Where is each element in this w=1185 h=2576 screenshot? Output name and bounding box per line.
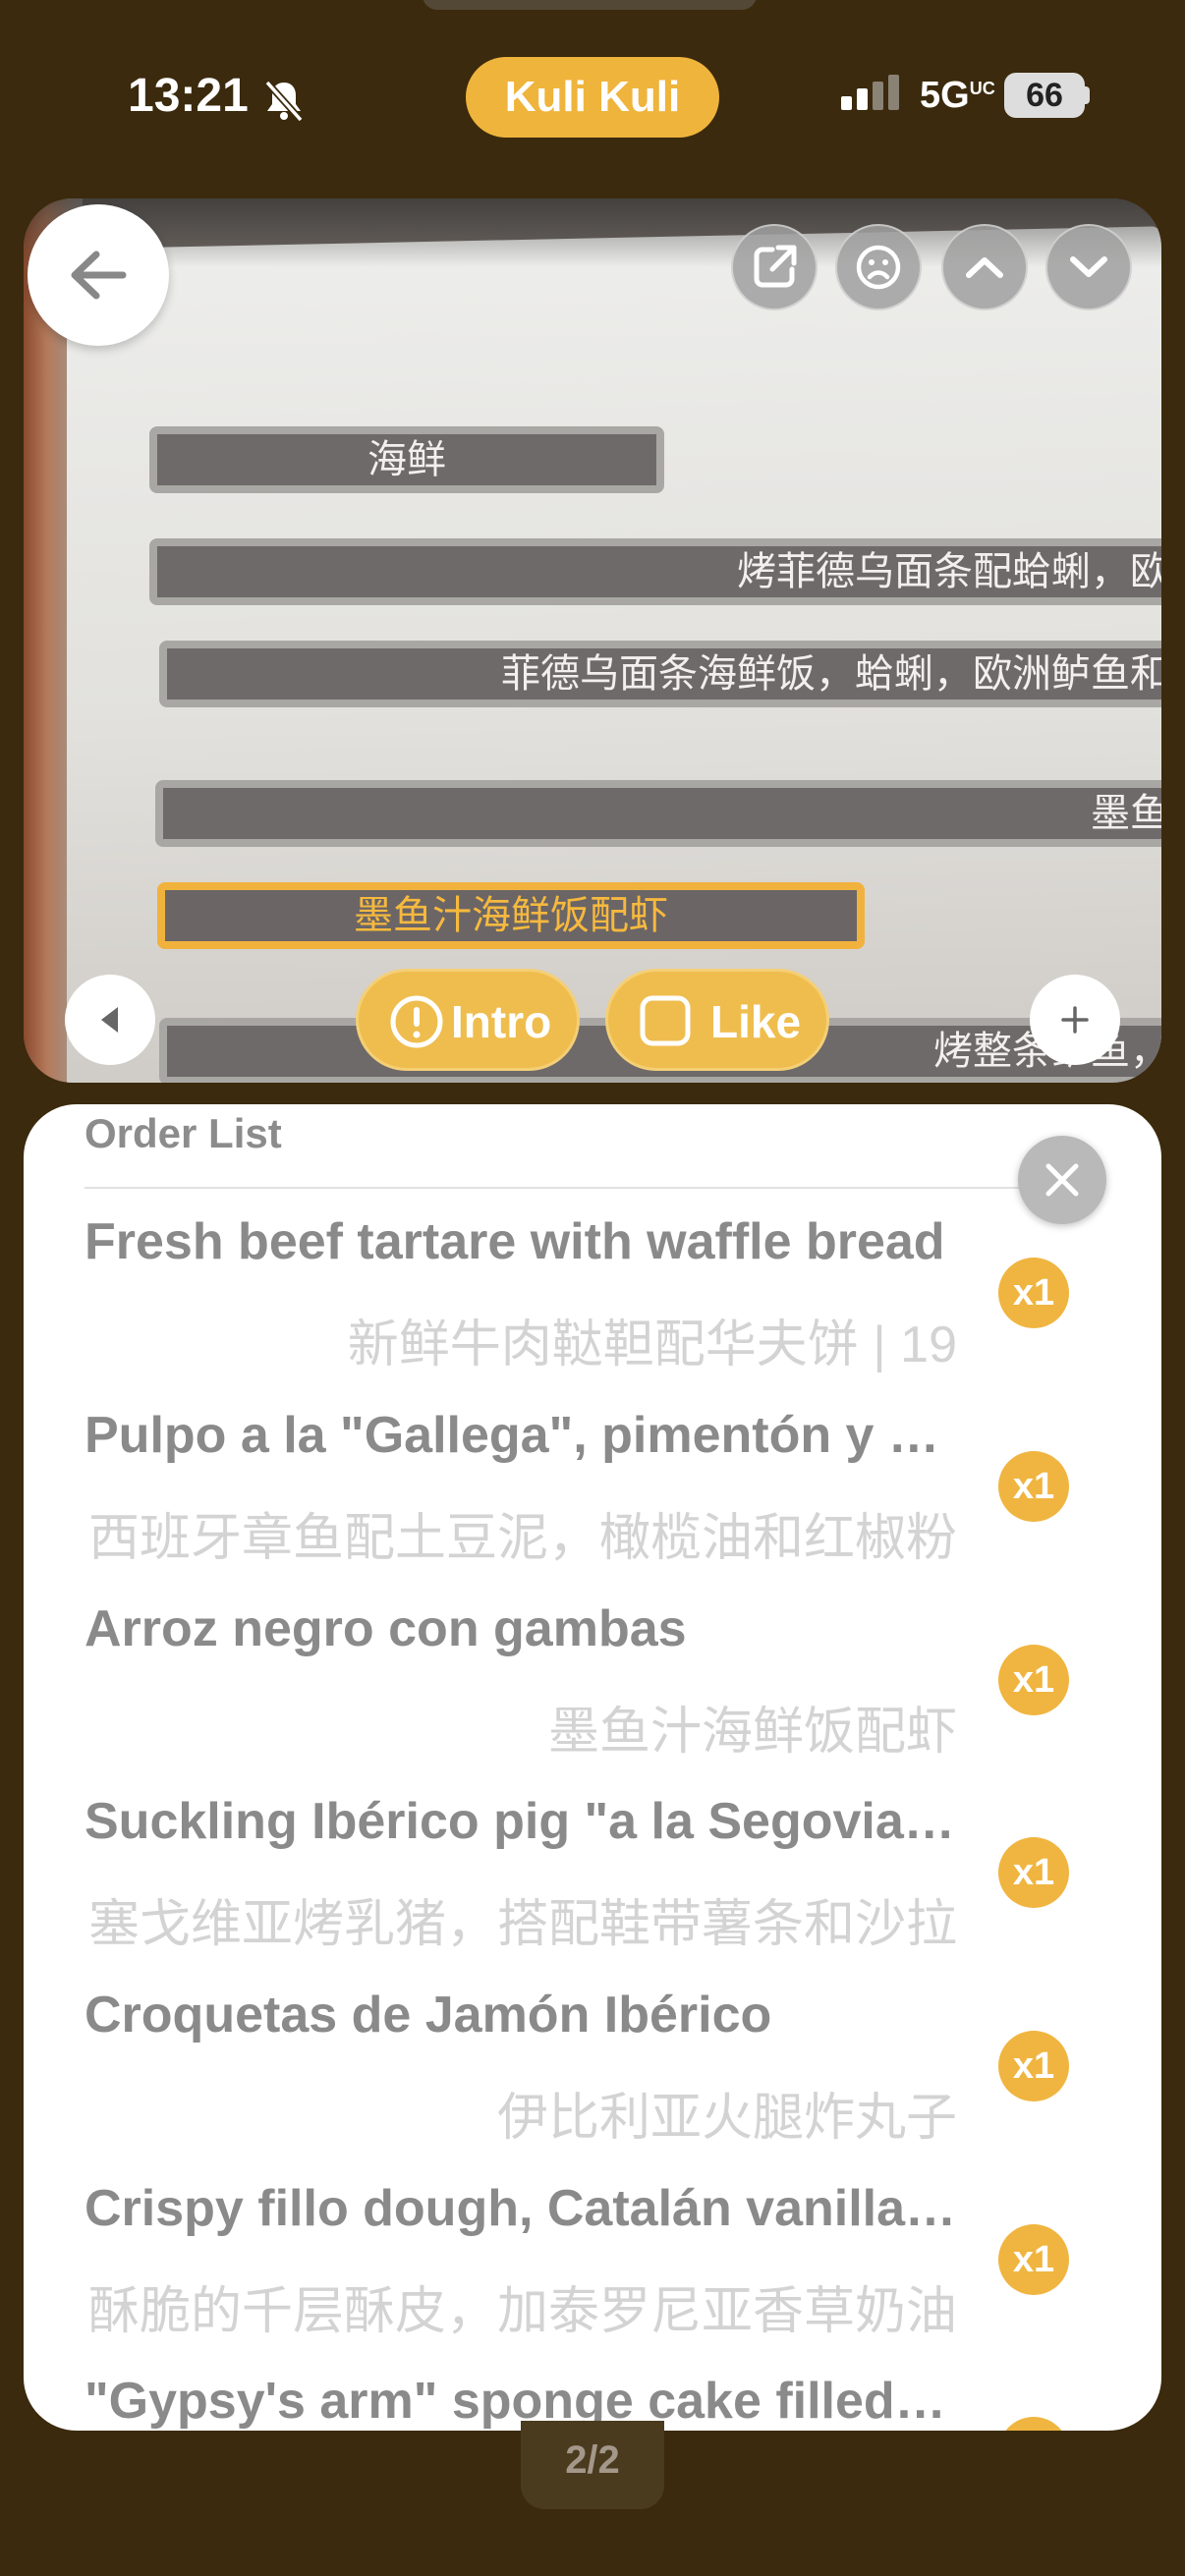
previous-button[interactable]	[65, 975, 155, 1065]
menu-label-3[interactable]: 墨鱼	[155, 780, 1161, 847]
arrow-left-icon	[71, 251, 127, 300]
order-item-subtitle: 酥脆的千层酥皮，加泰罗尼亚香草奶油	[87, 2283, 957, 2340]
quantity-badge[interactable]: x1	[998, 2224, 1069, 2295]
add-button[interactable]	[1030, 975, 1120, 1065]
order-item-title: Crispy fillo dough, Catalán vanilla crea…	[85, 2180, 957, 2237]
battery-indicator: 66	[1004, 73, 1085, 118]
order-item-subtitle: 新鲜牛肉鞑靼配华夫饼 | 19	[347, 1316, 957, 1373]
chevron-up-icon	[966, 257, 1003, 278]
camera-preview[interactable]: 海鲜 烤菲德乌面条配蛤蜊，欧 菲德乌面条海鲜饭，蛤蜊，欧洲鲈鱼和 墨鱼 墨鱼汁海…	[24, 198, 1161, 1083]
checkbox-icon	[638, 993, 693, 1059]
order-item-title: Croquetas de Jamón Ibérico	[85, 1987, 772, 2044]
order-item[interactable]: Fresh beef tartare with waffle bread 新鲜牛…	[85, 1212, 1126, 1405]
order-item[interactable]: Crispy fillo dough, Catalán vanilla crea…	[85, 2179, 1126, 2372]
quantity-badge[interactable]: x1	[998, 1645, 1069, 1715]
order-item-title: Pulpo a la "Gallega", pimentón y aceite …	[85, 1407, 957, 1464]
order-item-title: Suckling Ibérico pig "a la Segoviana"	[85, 1793, 957, 1850]
menu-label-2[interactable]: 菲德乌面条海鲜饭，蛤蜊，欧洲鲈鱼和	[159, 641, 1161, 707]
quantity-badge[interactable]: x1	[998, 1837, 1069, 1908]
intro-label: Intro	[451, 996, 552, 1047]
menu-label-1[interactable]: 烤菲德乌面条配蛤蜊，欧	[149, 538, 1161, 605]
order-item-subtitle: 西班牙章鱼配土豆泥，橄榄油和红椒粉	[87, 1510, 957, 1567]
order-list-title: Order List	[85, 1110, 282, 1156]
order-item[interactable]: Suckling Ibérico pig "a la Segoviana" 塞戈…	[85, 1792, 1126, 1985]
close-icon	[1045, 1163, 1079, 1197]
quantity-badge[interactable]: x1	[998, 1258, 1069, 1328]
info-icon	[388, 993, 445, 1061]
order-item-title: Arroz negro con gambas	[85, 1600, 687, 1657]
scroll-down-button[interactable]	[1045, 224, 1132, 310]
battery-tip	[1084, 86, 1090, 104]
app-name-badge[interactable]: Kuli Kuli	[466, 57, 719, 138]
order-item-subtitle: 伊比利亚火腿炸丸子	[496, 2090, 957, 2147]
feedback-button[interactable]	[835, 224, 922, 310]
quantity-badge[interactable]: x1	[998, 1451, 1069, 1522]
external-link-icon	[754, 245, 797, 288]
chevron-down-icon	[1070, 256, 1107, 277]
menu-label-selected[interactable]: 墨鱼汁海鲜饭配虾	[157, 882, 865, 949]
triangle-left-icon	[101, 1007, 118, 1033]
order-item[interactable]: Arroz negro con gambas 墨鱼汁海鲜饭配虾 x1	[85, 1599, 1126, 1792]
close-order-list-button[interactable]	[1018, 1136, 1106, 1224]
sad-face-icon	[856, 245, 901, 290]
like-button[interactable]: Like	[605, 969, 829, 1071]
order-item[interactable]: Croquetas de Jamón Ibérico 伊比利亚火腿炸丸子 x1	[85, 1986, 1126, 2178]
top-handle	[423, 0, 757, 10]
plus-icon	[1061, 1006, 1089, 1034]
menu-label-0[interactable]: 海鲜	[149, 426, 664, 493]
intro-button[interactable]: Intro	[356, 969, 580, 1071]
cellular-signal-icon	[841, 75, 904, 119]
order-item-subtitle: 墨鱼汁海鲜饭配虾	[547, 1704, 957, 1761]
bell-muted-icon	[263, 79, 305, 127]
page-indicator: 2/2	[521, 2421, 664, 2509]
back-button[interactable]	[28, 204, 169, 346]
like-label: Like	[710, 996, 802, 1047]
order-list-sheet[interactable]: Order List Fresh beef tartare with waffl…	[24, 1104, 1161, 2431]
order-item[interactable]: Pulpo a la "Gallega", pimentón y aceite …	[85, 1406, 1126, 1598]
order-item-title: Fresh beef tartare with waffle bread	[85, 1213, 945, 1270]
quantity-badge[interactable]: x1	[998, 2417, 1069, 2431]
quantity-badge[interactable]: x1	[998, 2031, 1069, 2101]
divider	[85, 1187, 1067, 1189]
scroll-up-button[interactable]	[941, 224, 1028, 310]
status-bar: 13:21 Kuli Kuli 5GUC 66	[0, 49, 1185, 147]
status-time: 13:21	[128, 70, 249, 122]
network-type: 5GUC	[920, 75, 995, 116]
order-item-subtitle: 塞戈维亚烤乳猪，搭配鞋带薯条和沙拉	[87, 1896, 957, 1953]
share-button[interactable]	[731, 224, 818, 310]
